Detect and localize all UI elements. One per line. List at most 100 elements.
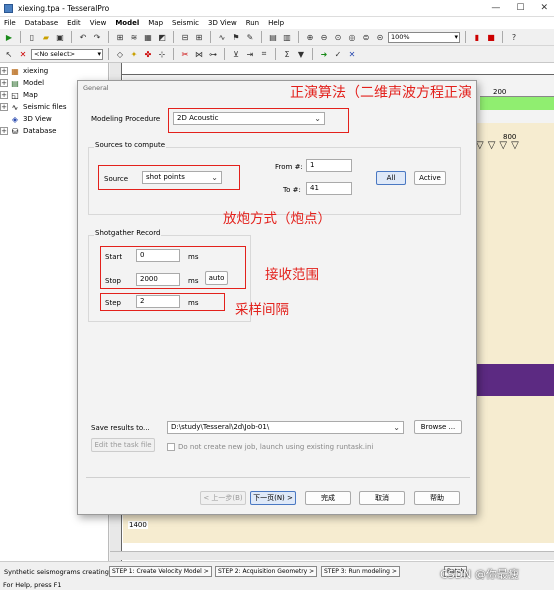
step2-button[interactable]: STEP 2: Acquisition Geometry >: [215, 566, 318, 577]
align-tool-icon[interactable]: ⊻: [230, 48, 242, 60]
general-dialog: General Modeling Procedure 2D Acoustic ⌄…: [77, 80, 477, 515]
node-tool-icon[interactable]: ◇: [114, 48, 126, 60]
help-context-icon[interactable]: ?: [508, 31, 520, 43]
all-button[interactable]: All: [376, 171, 406, 185]
calc-tool-icon[interactable]: Σ: [281, 48, 293, 60]
tree-item-label: Seismic files: [23, 103, 67, 111]
add-point-icon[interactable]: ✦: [128, 48, 140, 60]
undo-icon[interactable]: ↶: [77, 31, 89, 43]
cancel-button[interactable]: 取消: [359, 491, 405, 505]
move-point-icon[interactable]: ✤: [142, 48, 154, 60]
expand-icon[interactable]: +: [0, 103, 8, 111]
from-input[interactable]: 1: [306, 159, 352, 172]
merge-icon[interactable]: ⊶: [207, 48, 219, 60]
no-new-job-label: Do not create new job, launch using exis…: [178, 443, 374, 451]
toolbar-separator: [298, 31, 299, 43]
expand-icon[interactable]: +: [0, 67, 8, 75]
tree-item-label: Database: [23, 127, 57, 135]
shift-tool-icon[interactable]: ⇥: [244, 48, 256, 60]
run-icon[interactable]: ▶: [3, 31, 15, 43]
zoom-select[interactable]: 100%: [388, 31, 460, 43]
chart-view-icon[interactable]: ▤: [267, 31, 279, 43]
menu-file[interactable]: File: [4, 19, 16, 27]
pointer-icon[interactable]: ↖: [3, 48, 15, 60]
zoom-out-icon[interactable]: ⊖: [318, 31, 330, 43]
menu-model[interactable]: Model: [115, 19, 139, 27]
open-folder-icon[interactable]: ▰: [40, 31, 52, 43]
flag-tool-icon[interactable]: ⚑: [230, 31, 242, 43]
menu-map[interactable]: Map: [148, 19, 163, 27]
model-layer-green: [480, 96, 554, 110]
toolbar-separator: [312, 48, 313, 60]
step1-button[interactable]: STEP 1: Create Velocity Model >: [109, 566, 212, 577]
annotation-box-source: [98, 165, 240, 190]
database-icon: ⛁: [11, 126, 19, 136]
step3-button[interactable]: STEP 3: Run modeling >: [321, 566, 400, 577]
table-view-icon[interactable]: ⊞: [193, 31, 205, 43]
depth-label-1400: 1400: [128, 521, 148, 529]
expand-icon[interactable]: +: [0, 79, 8, 87]
menu-view[interactable]: View: [90, 19, 107, 27]
clip-tool-icon[interactable]: ⌗: [258, 48, 270, 60]
save-icon[interactable]: ▣: [54, 31, 66, 43]
help-button[interactable]: 帮助: [414, 491, 460, 505]
active-button[interactable]: Active: [414, 171, 446, 185]
no-new-job-checkbox[interactable]: [167, 443, 175, 451]
steps-caption: Synthetic seismograms creating:: [4, 568, 112, 576]
tree-item-xiexing[interactable]: + ▦ xiexing: [0, 65, 108, 77]
next-button[interactable]: 下一页(N) >: [250, 491, 296, 505]
from-label: From #:: [275, 163, 303, 171]
insert-point-icon[interactable]: ⊹: [156, 48, 168, 60]
zoom-fit-icon[interactable]: ◎: [346, 31, 358, 43]
menu-3d-view[interactable]: 3D View: [208, 19, 237, 27]
stop-icon[interactable]: ■: [485, 31, 497, 43]
mark-tool-icon[interactable]: ✓: [332, 48, 344, 60]
split-view-icon[interactable]: ⊟: [179, 31, 191, 43]
toolbar-separator: [71, 31, 72, 43]
menu-help[interactable]: Help: [268, 19, 284, 27]
ray-tool-icon[interactable]: ✕: [346, 48, 358, 60]
prev-button[interactable]: < 上一步(B): [200, 491, 246, 505]
record-icon[interactable]: ▮: [471, 31, 483, 43]
save-path-select[interactable]: D:\study\Tesseral\2d\Job-01\ ⌄: [167, 421, 404, 434]
edit-task-file-button[interactable]: Edit the task file: [91, 438, 155, 452]
zoom-area-icon[interactable]: ⊙: [332, 31, 344, 43]
spectrum-view-icon[interactable]: ▥: [281, 31, 293, 43]
close-icon[interactable]: ✕: [540, 3, 548, 13]
expand-icon[interactable]: +: [0, 127, 8, 135]
forward-icon[interactable]: ➜: [318, 48, 330, 60]
menu-edit[interactable]: Edit: [67, 19, 81, 27]
toolbar-separator: [465, 31, 466, 43]
modeling-procedure-label: Modeling Procedure: [91, 115, 161, 123]
expand-icon[interactable]: +: [0, 91, 8, 99]
new-file-icon[interactable]: ▯: [26, 31, 38, 43]
menu-bar: File Database Edit View Model Map Seismi…: [0, 17, 554, 29]
dialog-divider: [86, 477, 470, 478]
redo-icon[interactable]: ↷: [91, 31, 103, 43]
object-select-combo[interactable]: <No select>: [31, 48, 103, 60]
cut-line-icon[interactable]: ✂: [179, 48, 191, 60]
browse-button[interactable]: Browse ...: [414, 420, 462, 434]
to-input[interactable]: 41: [306, 182, 352, 195]
zoom-in-icon[interactable]: ⊕: [304, 31, 316, 43]
minimize-icon[interactable]: —: [491, 3, 500, 13]
join-line-icon[interactable]: ⋈: [193, 48, 205, 60]
layers-tool-icon[interactable]: ≋: [128, 31, 140, 43]
horizontal-scrollbar[interactable]: [110, 551, 554, 560]
fill-tool-icon[interactable]: ▼: [295, 48, 307, 60]
menu-run[interactable]: Run: [246, 19, 259, 27]
zoom-height-icon[interactable]: ⊝: [374, 31, 386, 43]
zoom-width-icon[interactable]: ⊜: [360, 31, 372, 43]
menu-database[interactable]: Database: [25, 19, 58, 27]
finish-button[interactable]: 完成: [305, 491, 351, 505]
edit-tool-icon[interactable]: ✎: [244, 31, 256, 43]
delete-icon[interactable]: ✕: [17, 48, 29, 60]
frame-tool-icon[interactable]: ▦: [142, 31, 154, 43]
wave-tool-icon[interactable]: ∿: [216, 31, 228, 43]
polygon-tool-icon[interactable]: ◩: [156, 31, 168, 43]
annotation-step: 采样间隔: [235, 302, 289, 318]
expand-icon: [0, 115, 8, 123]
maximize-icon[interactable]: ☐: [516, 3, 524, 13]
grid-tool-icon[interactable]: ⊞: [114, 31, 126, 43]
menu-seismic[interactable]: Seismic: [172, 19, 199, 27]
